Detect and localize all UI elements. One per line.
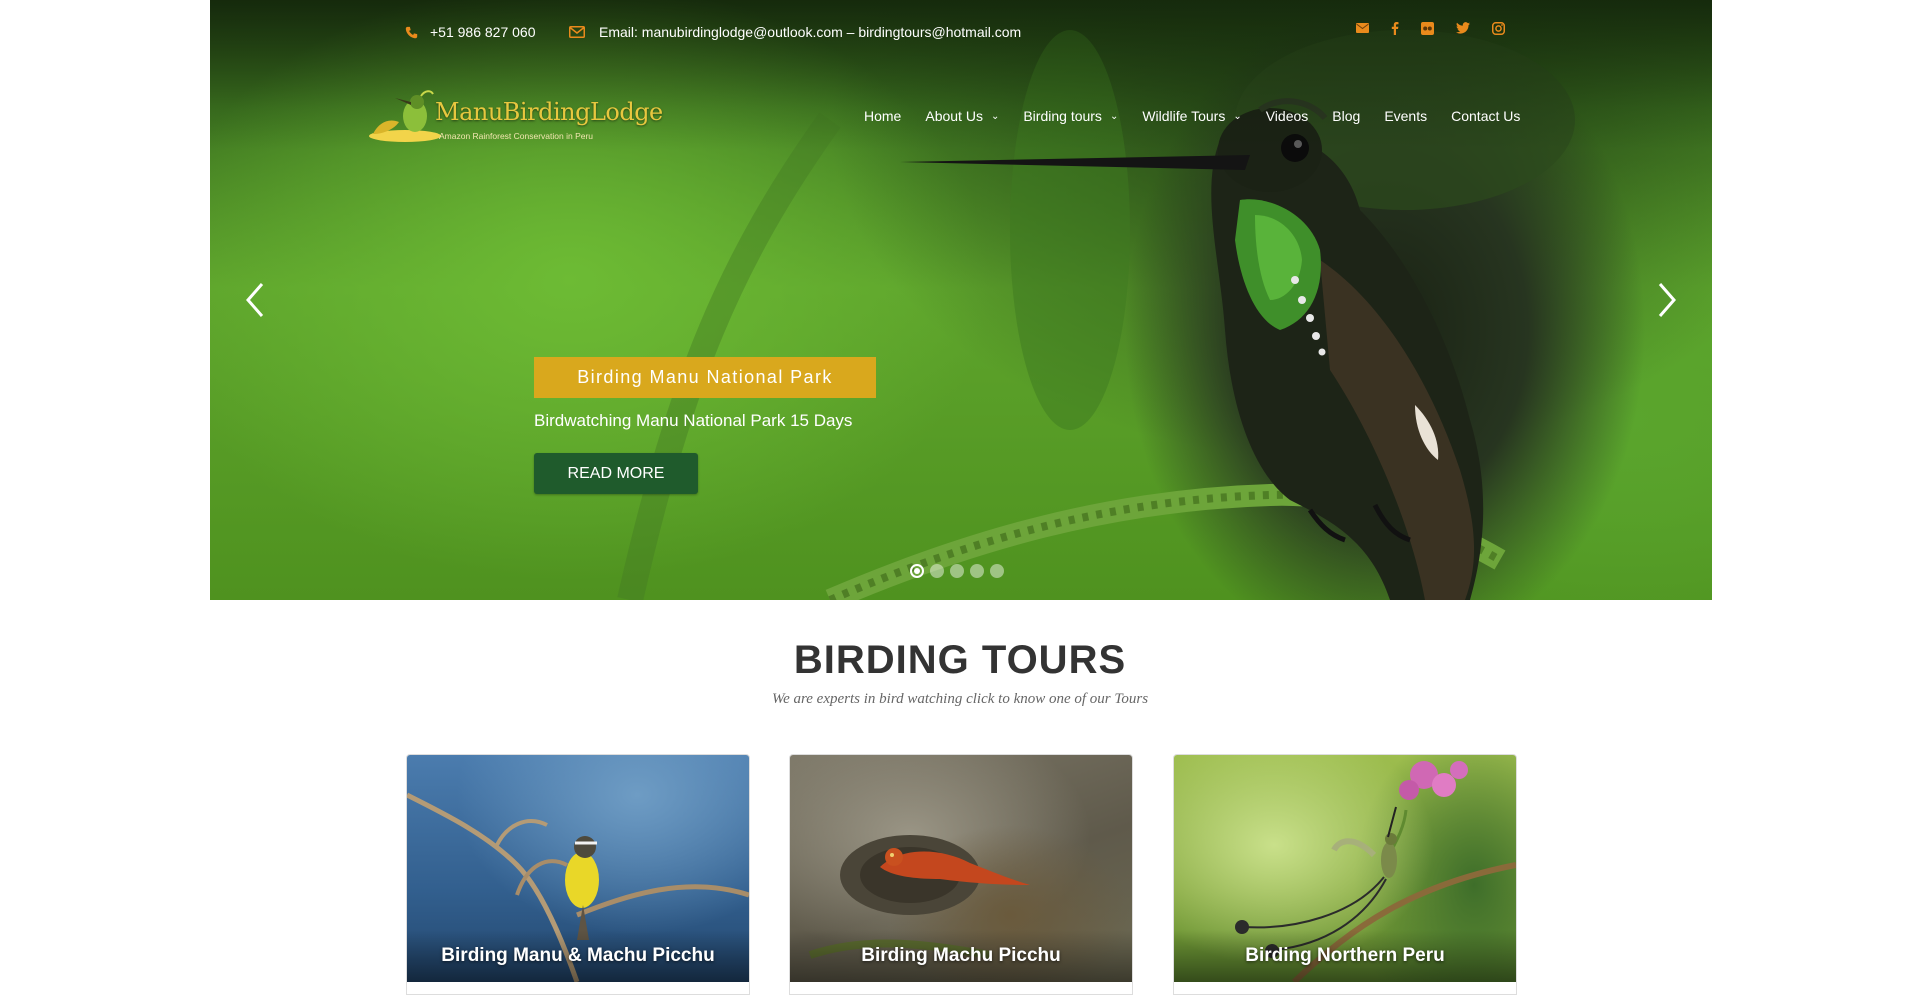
slider-next-arrow-icon[interactable] xyxy=(1652,280,1682,320)
slide-subtitle: Birdwatching Manu National Park 15 Days xyxy=(534,411,853,430)
nav-item-wildlife-tours[interactable]: Wildlife Tours ⌄ xyxy=(1142,108,1241,124)
nav-item-label: Videos xyxy=(1265,108,1309,124)
tour-card[interactable]: Birding Machu Picchu xyxy=(789,754,1133,995)
slider-dot[interactable] xyxy=(950,564,964,578)
facebook-icon[interactable] xyxy=(1391,22,1399,38)
tour-card-title: Birding Machu Picchu xyxy=(790,930,1132,982)
nav-item-contact-us[interactable]: Contact Us xyxy=(1451,108,1520,124)
slide-title: Birding Manu National Park xyxy=(534,357,876,398)
envelope-outline-icon xyxy=(569,26,585,38)
nav-item-about-us[interactable]: About Us ⌄ xyxy=(925,108,999,124)
slider-prev-arrow-icon[interactable] xyxy=(240,280,270,320)
slider-dot[interactable] xyxy=(910,564,924,578)
flickr-icon[interactable] xyxy=(1421,22,1434,38)
email-contact[interactable]: Email: manubirdinglodge@outlook.com – bi… xyxy=(569,24,1021,40)
nav-item-label: Blog xyxy=(1332,108,1361,124)
email-text: Email: manubirdinglodge@outlook.com – bi… xyxy=(599,24,1022,40)
phone-number: +51 986 827 060 xyxy=(430,24,536,40)
logo-name: ManuBirdingLodge xyxy=(435,98,663,126)
chevron-down-icon: ⌄ xyxy=(1233,110,1242,122)
tour-card-title: Birding Manu & Machu Picchu xyxy=(407,930,749,982)
slider-dot[interactable] xyxy=(990,564,1004,578)
top-contact-bar: +51 986 827 060 Email: manubirdinglodge@… xyxy=(210,0,1712,64)
phone-contact[interactable]: +51 986 827 060 xyxy=(405,24,536,40)
nav-item-label: Wildlife Tours xyxy=(1142,108,1226,124)
envelope-icon[interactable] xyxy=(1356,22,1369,38)
instagram-icon[interactable] xyxy=(1492,22,1505,38)
chevron-down-icon: ⌄ xyxy=(990,110,1000,122)
logo-tagline: Amazon Rainforest Conservation in Peru xyxy=(439,131,594,141)
nav-item-label: Birding tours xyxy=(1023,108,1102,124)
read-more-button[interactable]: READ MORE xyxy=(534,453,698,494)
social-links xyxy=(1356,22,1505,38)
nav-item-label: Contact Us xyxy=(1451,108,1521,124)
twitter-icon[interactable] xyxy=(1456,22,1470,38)
nav-item-label: About Us xyxy=(925,108,983,124)
chevron-down-icon: ⌄ xyxy=(1109,110,1119,122)
slider-pagination xyxy=(910,564,1004,578)
tour-card[interactable]: Birding Northern Peru xyxy=(1173,754,1517,995)
hummingbird-logo-icon xyxy=(369,90,441,142)
nav-item-videos[interactable]: Videos xyxy=(1266,108,1309,124)
nav-item-blog[interactable]: Blog xyxy=(1332,108,1360,124)
hero-slider: +51 986 827 060 Email: manubirdinglodge@… xyxy=(210,0,1712,600)
nav-item-birding-tours[interactable]: Birding tours ⌄ xyxy=(1023,108,1118,124)
phone-icon xyxy=(405,26,418,39)
slider-dot[interactable] xyxy=(970,564,984,578)
section-title: BIRDING TOURS xyxy=(793,638,1127,682)
slider-dot[interactable] xyxy=(930,564,944,578)
nav-item-label: Events xyxy=(1384,108,1428,124)
tour-card[interactable]: Birding Manu & Machu Picchu xyxy=(406,754,750,995)
nav-item-home[interactable]: Home xyxy=(864,108,901,124)
nav-item-label: Home xyxy=(864,108,902,124)
nav-item-events[interactable]: Events xyxy=(1384,108,1427,124)
tour-card-title: Birding Northern Peru xyxy=(1174,930,1516,982)
section-subtitle: We are experts in bird watching click to… xyxy=(771,691,1149,707)
main-nav: Home About Us ⌄ Birding tours ⌄ Wildlife T… xyxy=(864,108,1520,124)
site-logo[interactable]: ManuBirdingLodge Amazon Rainforest Conse… xyxy=(365,86,663,146)
